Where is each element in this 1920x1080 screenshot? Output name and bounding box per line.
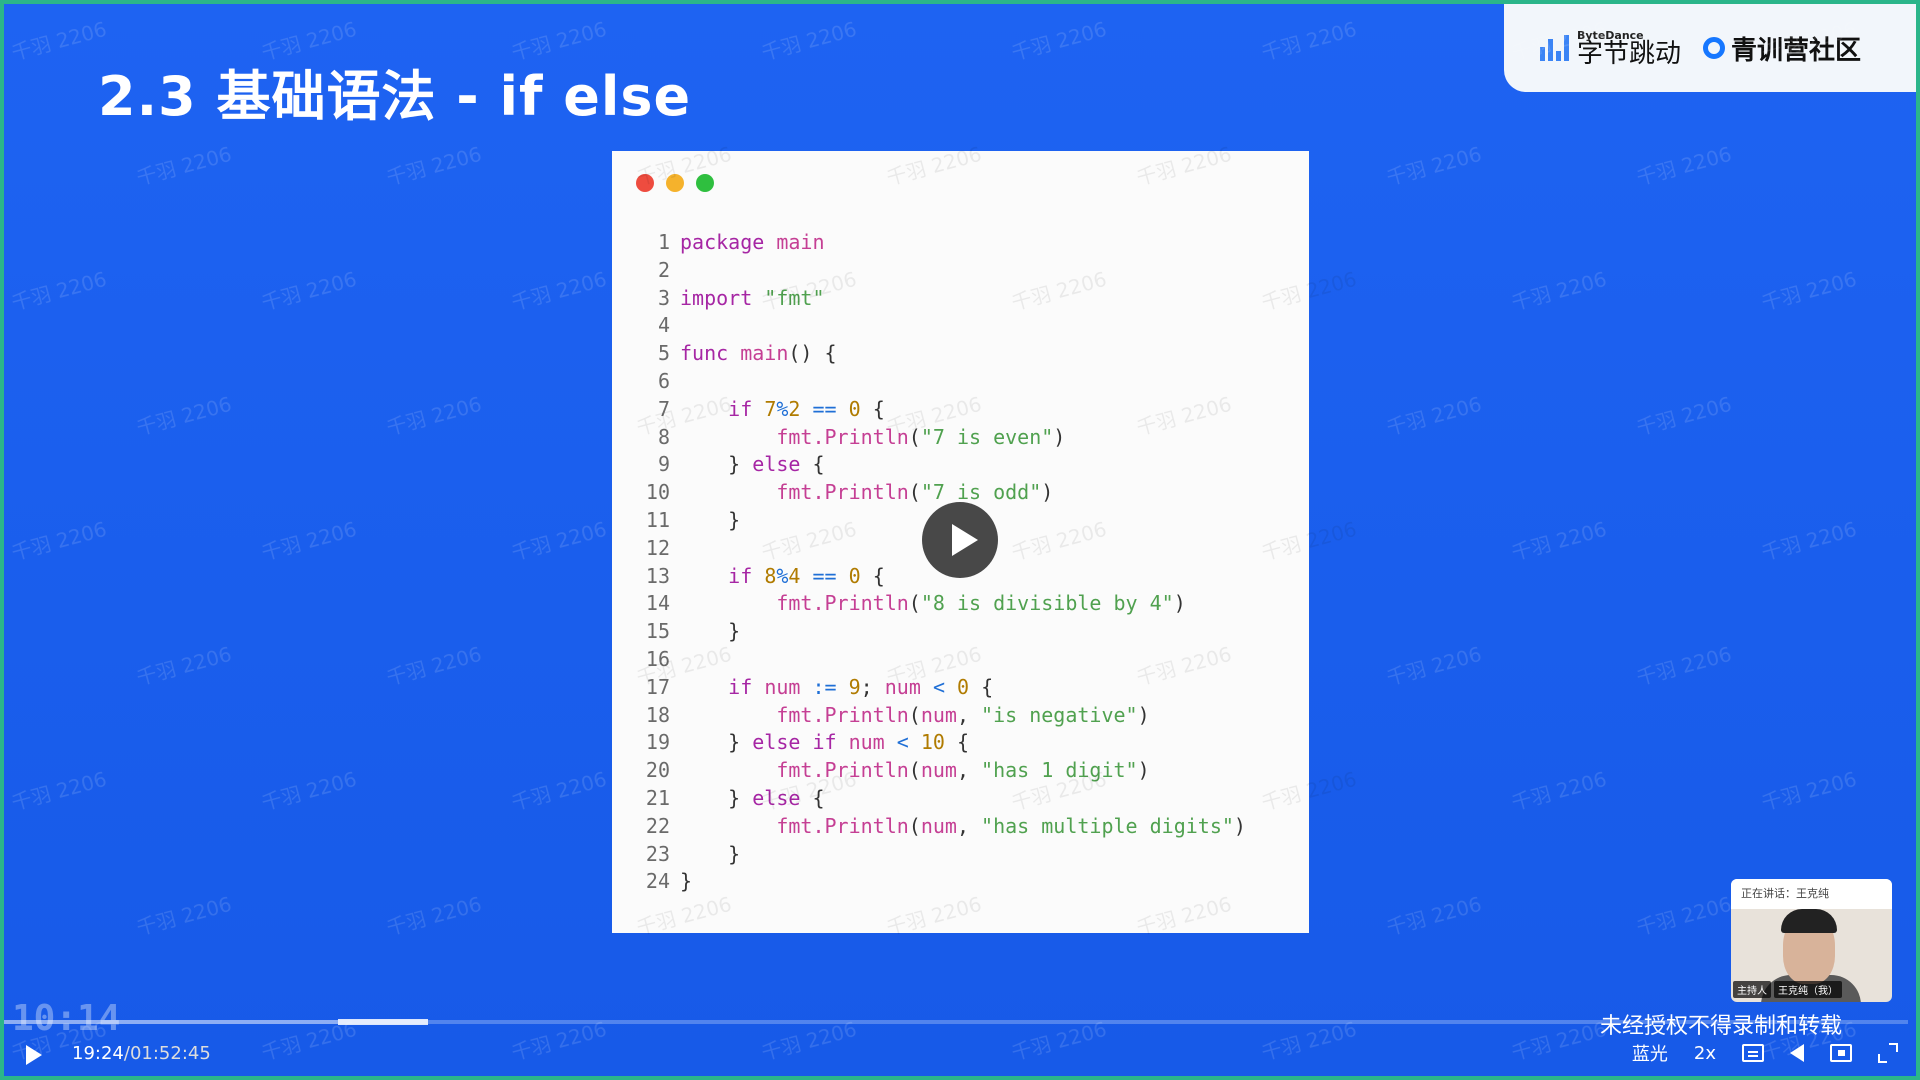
time-display: 19:24/01:52:45 bbox=[72, 1043, 211, 1064]
code-line: 16 bbox=[612, 646, 1246, 674]
code-line: 8 fmt.Println("7 is even") bbox=[612, 424, 1246, 452]
line-number: 4 bbox=[657, 313, 670, 338]
code-line: 3 import "fmt" bbox=[612, 285, 1246, 313]
line-number: 24 bbox=[645, 869, 670, 894]
code-text: } bbox=[680, 619, 741, 644]
duration: /01:52:45 bbox=[123, 1043, 211, 1064]
line-number: 22 bbox=[645, 813, 670, 838]
line-number: 10 bbox=[645, 480, 670, 505]
community-logo: 青训营社区 bbox=[1703, 30, 1861, 67]
line-number: 3 bbox=[657, 285, 670, 310]
line-number: 8 bbox=[657, 424, 670, 449]
speaker-camera[interactable]: 正在讲话：王克纯 主持人 王克纯（我） bbox=[1731, 879, 1892, 1002]
line-number: 7 bbox=[657, 396, 670, 421]
code-text: } else if num < 10 { bbox=[680, 730, 970, 755]
community-label: 青训营社区 bbox=[1731, 35, 1862, 66]
code-text: fmt.Println(num, "is negative") bbox=[776, 702, 1150, 727]
code-line: 2 bbox=[612, 257, 1246, 285]
line-number: 2 bbox=[657, 257, 670, 282]
maximize-dot-icon bbox=[696, 174, 714, 192]
speaker-name: 王克纯（我） bbox=[1774, 981, 1842, 998]
code-text: import "fmt" bbox=[680, 285, 825, 310]
current-time: 19:24 bbox=[72, 1043, 124, 1064]
line-number: 17 bbox=[645, 674, 670, 699]
line-number: 14 bbox=[645, 591, 670, 616]
code-text: if 7%2 == 0 { bbox=[728, 396, 885, 421]
code-line: 14 fmt.Println("8 is divisible by 4") bbox=[612, 590, 1246, 618]
code-line: 15 } bbox=[612, 618, 1246, 646]
line-number: 16 bbox=[645, 646, 670, 671]
close-dot-icon bbox=[636, 174, 654, 192]
window-dots bbox=[636, 174, 714, 192]
code-text: if 8%4 == 0 { bbox=[728, 563, 885, 588]
line-number: 15 bbox=[645, 619, 670, 644]
slide-title: 2.3 基础语法 - if else bbox=[98, 65, 692, 128]
code-line: 23 } bbox=[612, 841, 1246, 869]
code-text: func main() { bbox=[680, 341, 837, 366]
fullscreen-icon[interactable] bbox=[1878, 1043, 1898, 1063]
bytedance-logo: ByteDance 字节跳动 bbox=[1540, 30, 1681, 67]
code-text: fmt.Println("7 is even") bbox=[776, 424, 1066, 449]
code-text: } bbox=[680, 507, 741, 532]
line-number: 21 bbox=[645, 785, 670, 810]
community-ring-icon bbox=[1703, 37, 1726, 59]
code-line: 18 fmt.Println(num, "is negative") bbox=[612, 702, 1246, 730]
code-line: 19 } else if num < 10 { bbox=[612, 729, 1246, 757]
code-text: fmt.Println("8 is divisible by 4") bbox=[776, 591, 1186, 616]
code-text: if num := 9; num < 0 { bbox=[728, 674, 994, 699]
code-line: 21 } else { bbox=[612, 785, 1246, 813]
code-line: 17 if num := 9; num < 0 { bbox=[612, 674, 1246, 702]
progress-buffer bbox=[337, 1019, 428, 1025]
code-text: } else { bbox=[680, 785, 825, 810]
code-line: 20 fmt.Println(num, "has 1 digit") bbox=[612, 757, 1246, 785]
code-line: 10 fmt.Println("7 is odd") bbox=[612, 479, 1246, 507]
line-number: 6 bbox=[657, 368, 670, 393]
code-text: } bbox=[680, 869, 693, 894]
line-number: 20 bbox=[645, 758, 670, 783]
line-number: 13 bbox=[645, 563, 670, 588]
play-overlay-button[interactable] bbox=[922, 502, 998, 578]
progress-fill bbox=[0, 1020, 338, 1024]
code-line: 24} bbox=[612, 868, 1246, 896]
code-line: 13 if 8%4 == 0 { bbox=[612, 563, 1246, 591]
bytedance-label: 字节跳动 bbox=[1577, 38, 1682, 69]
line-number: 1 bbox=[657, 230, 670, 254]
speaking-label: 正在讲话：王克纯 bbox=[1731, 879, 1892, 909]
play-icon[interactable] bbox=[26, 1045, 42, 1065]
line-number: 19 bbox=[645, 730, 670, 755]
code-text: } bbox=[680, 841, 741, 866]
code-line: 4 bbox=[612, 312, 1246, 340]
progress-bar[interactable] bbox=[0, 1019, 1908, 1025]
code-text: package main bbox=[680, 230, 825, 254]
code-line: 5 func main() { bbox=[612, 340, 1246, 368]
line-number: 18 bbox=[645, 702, 670, 727]
logo-banner: ByteDance 字节跳动 青训营社区 bbox=[1504, 4, 1916, 92]
line-number: 23 bbox=[645, 841, 670, 866]
code-text: fmt.Println(num, "has multiple digits") bbox=[776, 813, 1246, 838]
code-text: } else { bbox=[680, 452, 825, 477]
quality-button[interactable]: 蓝光 bbox=[1632, 1040, 1668, 1066]
code-line: 6 bbox=[612, 368, 1246, 396]
line-number: 11 bbox=[645, 507, 670, 532]
line-number: 5 bbox=[657, 341, 670, 366]
code-line: 7 if 7%2 == 0 { bbox=[612, 396, 1246, 424]
volume-icon[interactable] bbox=[1790, 1044, 1804, 1062]
subtitle-icon[interactable] bbox=[1742, 1044, 1764, 1062]
line-number: 12 bbox=[645, 535, 670, 560]
line-number: 9 bbox=[657, 452, 670, 477]
code-line: 1 package main bbox=[612, 229, 1246, 257]
code-text: fmt.Println(num, "has 1 digit") bbox=[776, 758, 1150, 783]
code-text: fmt.Println("7 is odd") bbox=[776, 480, 1054, 505]
player-controls: 19:24/01:52:45 蓝光 2x bbox=[0, 1032, 1920, 1076]
minimize-dot-icon bbox=[666, 174, 684, 192]
code-line: 22 fmt.Println(num, "has multiple digits… bbox=[612, 813, 1246, 841]
code-line: 9 } else { bbox=[612, 451, 1246, 479]
host-role-badge: 主持人 bbox=[1733, 981, 1771, 998]
bytedance-bars-icon bbox=[1540, 35, 1569, 61]
picture-in-picture-icon[interactable] bbox=[1830, 1044, 1852, 1062]
speed-button[interactable]: 2x bbox=[1694, 1043, 1716, 1064]
